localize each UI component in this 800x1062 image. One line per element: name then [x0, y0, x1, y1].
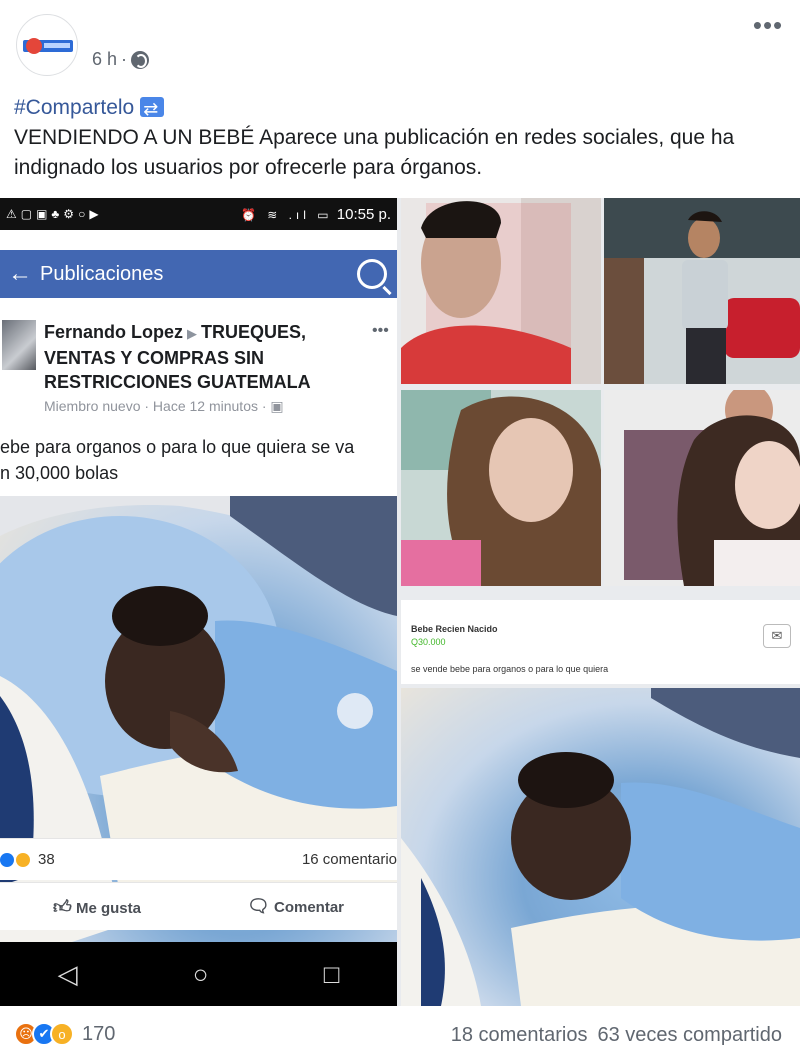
girl-selfie-photo [401, 390, 601, 586]
shares-count-link[interactable]: 63 veces compartido [597, 1024, 782, 1047]
listing-price: Q30.000 [411, 637, 446, 647]
facebook-navbar: ← Publicaciones [0, 250, 397, 298]
logo-text-shape [44, 43, 70, 48]
photo-collage[interactable]: ⚠▢▣♣⚙○▶ ⏰ ≋ .ıl ▭ 10:55 p. ← Publicacion… [0, 198, 800, 1006]
inner-reaction-icons: 38 [0, 851, 55, 868]
like-reaction-icon [0, 852, 14, 867]
hashtag-link[interactable]: #Compartelo [14, 96, 134, 119]
messenger-icon[interactable]: ✉ [763, 624, 791, 648]
listing-description: se vende bebe para organos o para lo que… [411, 664, 609, 674]
arrow-right-icon: ▶ [187, 326, 197, 341]
listing-title: Bebe Recien Nacido [411, 624, 498, 634]
status-time: 10:55 p. [336, 205, 391, 223]
notification-icons: ⚠▢▣♣⚙○▶ [6, 207, 103, 221]
inner-author-line: Fernando Lopez ▶ TRUEQUES, VENTAS Y COMPRA… [44, 320, 344, 394]
inner-author-name: Fernando Lopez [44, 322, 183, 342]
reaction-count: 170 [82, 1022, 116, 1045]
signal-icons: ⏰ ≋ .ıl ▭ [240, 207, 333, 222]
inner-author-avatar [2, 320, 36, 370]
inner-post-meta: Miembro nuevo · Hace 12 minutos · ▣ [44, 398, 284, 414]
listing-card[interactable]: Bebe Recien Nacido Q30.000 se vende bebe… [401, 600, 800, 684]
reactions-summary[interactable]: ☹ ✔ o 170 [14, 1022, 115, 1046]
comments-count-link[interactable]: 18 comentarios [451, 1024, 588, 1047]
logo-mark [26, 38, 42, 54]
post-meta: 6 h · [92, 49, 150, 70]
inner-comment-action: 🗨︎ Comentar [247, 896, 344, 917]
android-nav-bar: ◁ ○ □ [0, 942, 397, 1006]
phone-status-bar: ⚠▢▣♣⚙○▶ ⏰ ≋ .ıl ▭ 10:55 p. [0, 198, 397, 230]
inner-like-action: 👍︎ Me gusta [53, 896, 141, 918]
inner-post-text: ebe para organos o para lo que quiera se… [0, 437, 355, 483]
status-right: ⏰ ≋ .ıl ▭ 10:55 p. [241, 206, 391, 223]
search-icon [357, 259, 387, 289]
boy-car-illustration [604, 198, 800, 384]
thumbs-up-icon: 👍︎ [52, 896, 72, 917]
post-stats: 18 comentarios 63 veces compartido [451, 1024, 782, 1047]
more-options-button[interactable]: ••• [748, 8, 788, 42]
wow-reaction-icon [16, 852, 30, 867]
post-body-text: VENDIENDO A UN BEBÉ Aparece una publicac… [14, 126, 735, 179]
inner-reactions-row: 38 16 comentario [0, 838, 397, 880]
boy-car-photo [604, 198, 800, 384]
selfie-boy-illustration [401, 198, 601, 384]
baby-photo-copy-illustration [401, 688, 800, 1006]
inner-more-icon: ••• [372, 322, 389, 339]
page-avatar[interactable] [16, 14, 78, 76]
post-time[interactable]: 6 h [92, 49, 117, 70]
android-back-icon: ◁ [57, 958, 78, 989]
inner-actions-row: 👍︎ Me gusta 🗨︎ Comentar [0, 882, 397, 930]
baby-photo-copy [401, 688, 800, 1006]
couple-selfie-photo [604, 390, 800, 586]
girl-selfie-illustration [401, 390, 601, 586]
android-recent-icon: □ [323, 958, 340, 989]
more-dots-icon: ••• [752, 10, 784, 40]
globe-icon [131, 50, 150, 69]
selfie-boy-photo [401, 198, 601, 384]
repeat-emoji-icon [140, 94, 165, 124]
dot-separator: · [121, 49, 128, 69]
back-arrow-icon: ← [8, 260, 32, 287]
wow-reaction-icon: o [50, 1022, 74, 1046]
android-home-icon: ○ [192, 958, 209, 989]
inner-reaction-count: 38 [38, 851, 55, 868]
inner-comment-label: Comentar [273, 899, 344, 916]
inner-comment-count: 16 comentario [301, 851, 397, 868]
couple-selfie-illustration [624, 390, 800, 586]
inner-like-label: Me gusta [75, 899, 141, 917]
navbar-title: Publicaciones [40, 262, 164, 285]
post-body: #Compartelo VENDIENDO A UN BEBÉ Aparece … [14, 93, 784, 183]
speech-bubble-icon: 🗨︎ [246, 896, 270, 916]
